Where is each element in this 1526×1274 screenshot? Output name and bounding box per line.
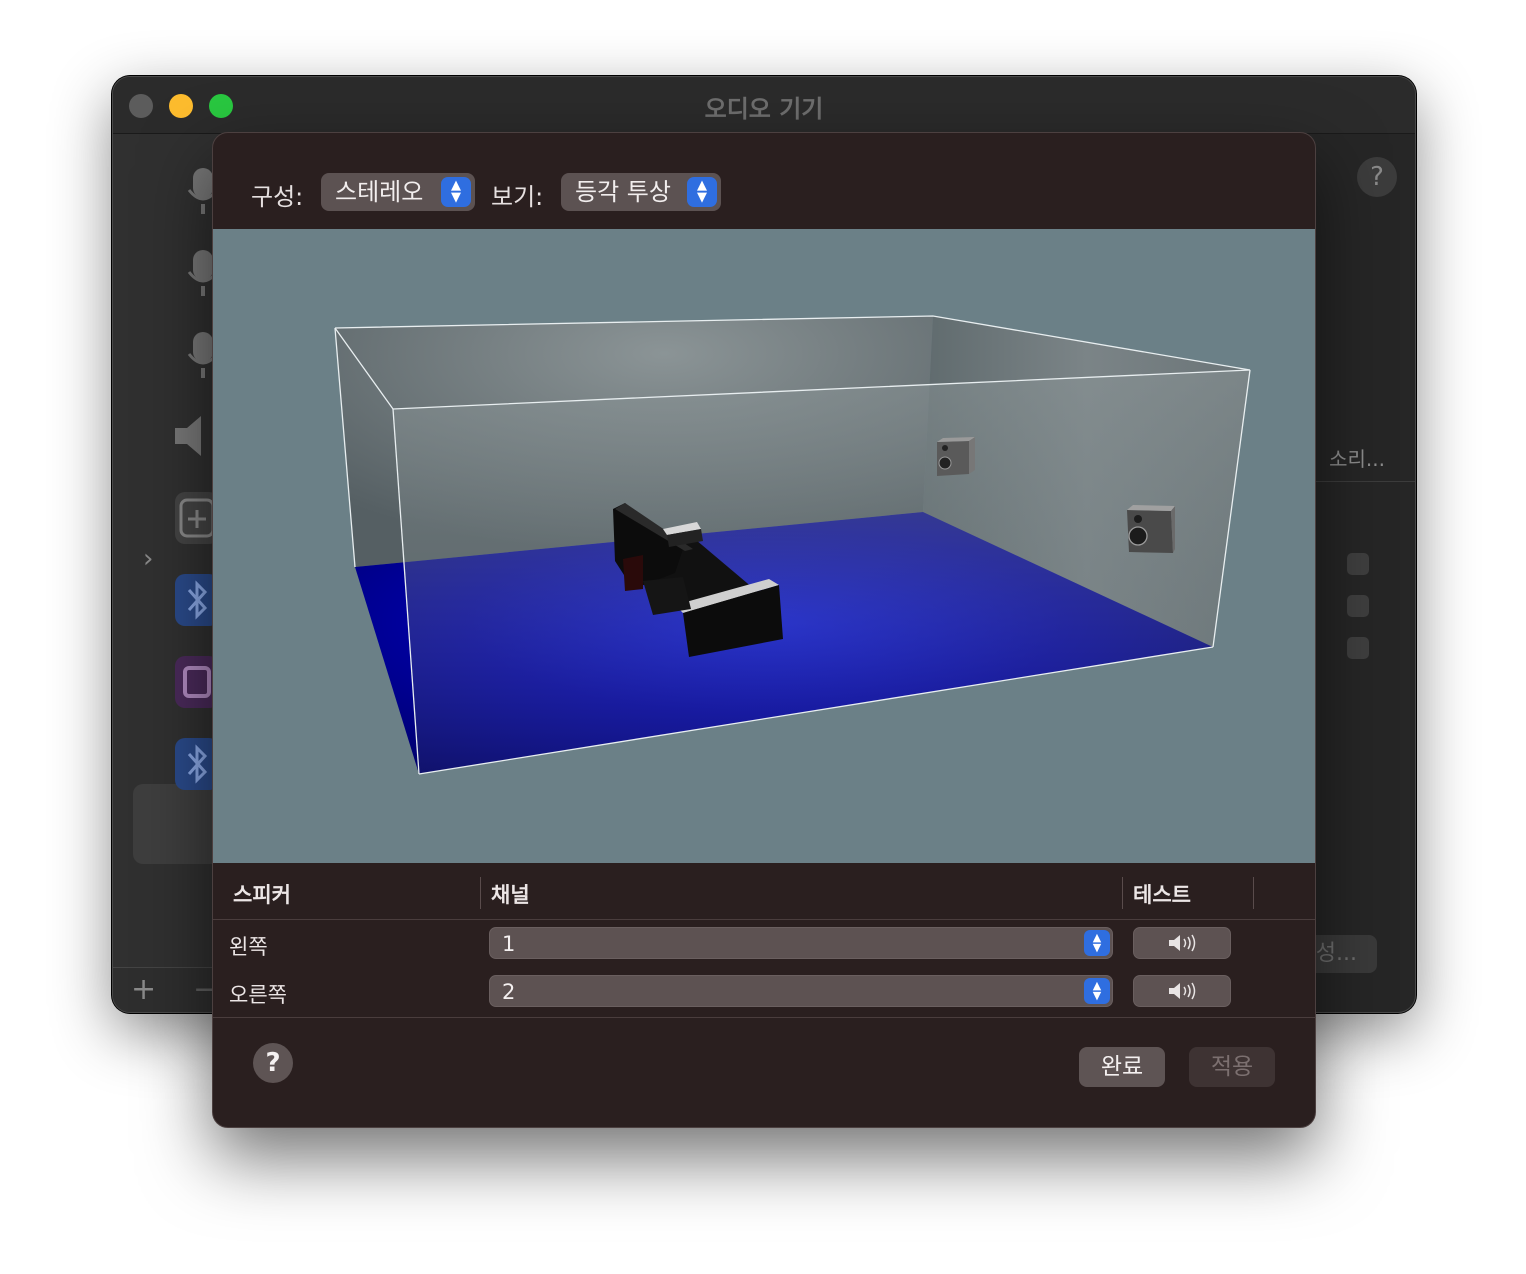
test-column-header[interactable]: 테스트	[1133, 879, 1191, 909]
test-speaker-button[interactable]	[1133, 927, 1231, 959]
up-down-stepper-icon: ▲ ▼	[441, 177, 471, 207]
room-3d-view[interactable]	[213, 229, 1315, 863]
test-speaker-button[interactable]	[1133, 975, 1231, 1007]
window-title: 오디오 기기	[704, 95, 824, 123]
channel-value: 1	[502, 932, 516, 956]
title-bar: 오디오 기기	[113, 77, 1415, 134]
speaker-configuration-sheet: 구성: 스테레오 ▲ ▼ 보기: 등각 투상 ▲ ▼ 스피커 채널 테스트 왼쪽…	[212, 132, 1316, 1128]
left-speaker-model	[937, 437, 975, 476]
speaker-icon[interactable]	[171, 410, 215, 462]
add-device-button[interactable]: +	[131, 972, 156, 1007]
background-divider	[1305, 481, 1415, 482]
footer-divider	[213, 1017, 1315, 1018]
speaker-name: 오른쪽	[229, 983, 287, 1007]
chevron-right-icon[interactable]: ›	[143, 544, 153, 574]
up-down-stepper-icon: ▲ ▼	[1084, 930, 1110, 956]
speaker-table-header: 스피커 채널 테스트	[213, 863, 1315, 920]
column-separator	[1253, 877, 1254, 909]
speaker-column-header[interactable]: 스피커	[233, 879, 291, 909]
background-checkbox[interactable]	[1347, 553, 1369, 575]
view-label: 보기:	[491, 183, 544, 211]
channel-popup[interactable]: 1 ▲ ▼	[489, 927, 1113, 959]
help-button[interactable]: ?	[253, 1043, 293, 1083]
column-separator	[1122, 877, 1123, 909]
configuration-value: 스테레오	[335, 178, 424, 206]
speaker-volume-icon	[1169, 934, 1196, 952]
right-speaker-model	[1127, 505, 1175, 553]
column-separator	[480, 877, 481, 909]
up-down-stepper-icon: ▲ ▼	[687, 177, 717, 207]
configuration-popup[interactable]: 스테레오 ▲ ▼	[321, 173, 475, 211]
background-help-button[interactable]: ?	[1357, 157, 1397, 197]
up-down-stepper-icon: ▲ ▼	[1084, 978, 1110, 1004]
configuration-label: 구성:	[251, 183, 304, 211]
background-checkbox[interactable]	[1347, 595, 1369, 617]
background-checkbox[interactable]	[1347, 637, 1369, 659]
speaker-volume-icon	[1169, 982, 1196, 1000]
channel-column-header[interactable]: 채널	[491, 879, 530, 909]
apply-button[interactable]: 적용	[1189, 1047, 1275, 1087]
channel-value: 2	[502, 980, 516, 1004]
done-button[interactable]: 완료	[1079, 1047, 1165, 1087]
background-sound-label: 소리...	[1329, 447, 1385, 471]
speaker-name: 왼쪽	[229, 935, 268, 959]
channel-popup[interactable]: 2 ▲ ▼	[489, 975, 1113, 1007]
view-value: 등각 투상	[575, 178, 671, 206]
view-popup[interactable]: 등각 투상 ▲ ▼	[561, 173, 721, 211]
room-front-wall	[393, 370, 1250, 774]
